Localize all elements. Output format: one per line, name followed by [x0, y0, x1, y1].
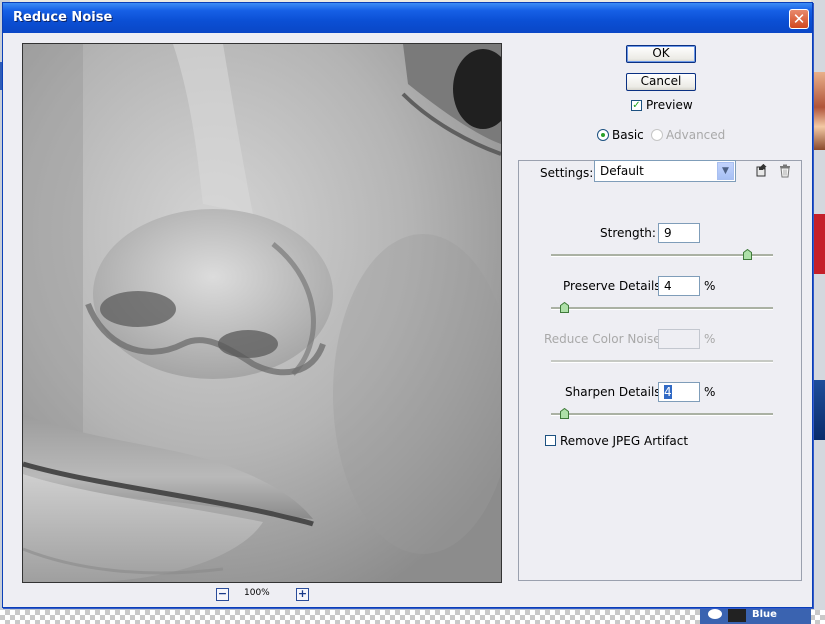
reduce-color-noise-unit: %: [704, 332, 716, 346]
reduce-color-noise-input: [658, 329, 700, 349]
strength-slider-thumb[interactable]: [742, 249, 752, 260]
settings-dropdown[interactable]: Default ▼: [594, 160, 736, 182]
strength-slider-track[interactable]: [551, 254, 773, 257]
close-icon: ✕: [792, 10, 806, 28]
dialog-body: − 100% + OK Cancel ✓ Preview Basic Advan…: [6, 33, 809, 604]
reduce-noise-dialog: Reduce Noise ✕ − 100% + OK Cancel ✓ Prev…: [2, 2, 813, 608]
zoom-in-button[interactable]: +: [296, 588, 309, 601]
background-layer-row[interactable]: Blue: [700, 606, 811, 624]
close-button[interactable]: ✕: [789, 9, 809, 29]
zoom-level: 100%: [244, 588, 270, 598]
save-preset-icon[interactable]: [756, 164, 769, 177]
sharpen-details-input[interactable]: 4: [658, 382, 700, 402]
cancel-button[interactable]: Cancel: [626, 73, 696, 91]
sharpen-details-slider-thumb[interactable]: [559, 408, 569, 419]
preview-checkbox[interactable]: ✓: [631, 100, 642, 111]
plus-icon: +: [297, 587, 308, 600]
title-bar[interactable]: Reduce Noise ✕: [3, 3, 812, 33]
sharpen-details-label: Sharpen Details:: [565, 385, 665, 399]
basic-label[interactable]: Basic: [612, 128, 644, 142]
delete-preset-icon[interactable]: [779, 164, 791, 178]
preview-image[interactable]: [22, 43, 502, 583]
advanced-radio: [651, 129, 663, 141]
chevron-down-icon[interactable]: ▼: [717, 162, 734, 180]
reduce-color-noise-label: Reduce Color Noise:: [544, 332, 665, 346]
strength-input[interactable]: 9: [658, 223, 700, 243]
preserve-details-slider-thumb[interactable]: [559, 302, 569, 313]
background-right-panel: [811, 0, 825, 624]
sharpen-details-value: 4: [664, 385, 672, 399]
sharpen-details-slider-track[interactable]: [551, 413, 773, 416]
preserve-details-input[interactable]: 4: [658, 276, 700, 296]
basic-radio[interactable]: [597, 129, 609, 141]
strength-label: Strength:: [600, 226, 656, 240]
ok-button[interactable]: OK: [626, 45, 696, 63]
preserve-details-slider-track[interactable]: [551, 307, 773, 310]
sharpen-details-unit: %: [704, 385, 716, 399]
eye-icon[interactable]: [708, 609, 722, 619]
background-swatch-blue: [813, 380, 825, 440]
settings-label: Settings:: [540, 166, 594, 180]
settings-value: Default: [600, 164, 644, 178]
layer-name: Blue: [752, 609, 777, 620]
reduce-color-noise-slider-track: [551, 360, 773, 363]
remove-jpeg-artifact-label[interactable]: Remove JPEG Artifact: [560, 434, 688, 448]
background-swatch-red: [813, 214, 825, 274]
preserve-details-label: Preserve Details:: [563, 279, 665, 293]
face-closeup-image: [23, 44, 501, 582]
layer-thumbnail: [728, 608, 746, 622]
preview-label[interactable]: Preview: [646, 98, 693, 112]
checkmark-icon: ✓: [632, 100, 641, 111]
dialog-title: Reduce Noise: [13, 10, 113, 25]
zoom-out-button[interactable]: −: [216, 588, 229, 601]
remove-jpeg-artifact-checkbox[interactable]: [545, 435, 556, 446]
preserve-details-unit: %: [704, 279, 716, 293]
advanced-label: Advanced: [666, 128, 726, 142]
background-thumbnail: [813, 72, 825, 150]
minus-icon: −: [217, 587, 228, 600]
